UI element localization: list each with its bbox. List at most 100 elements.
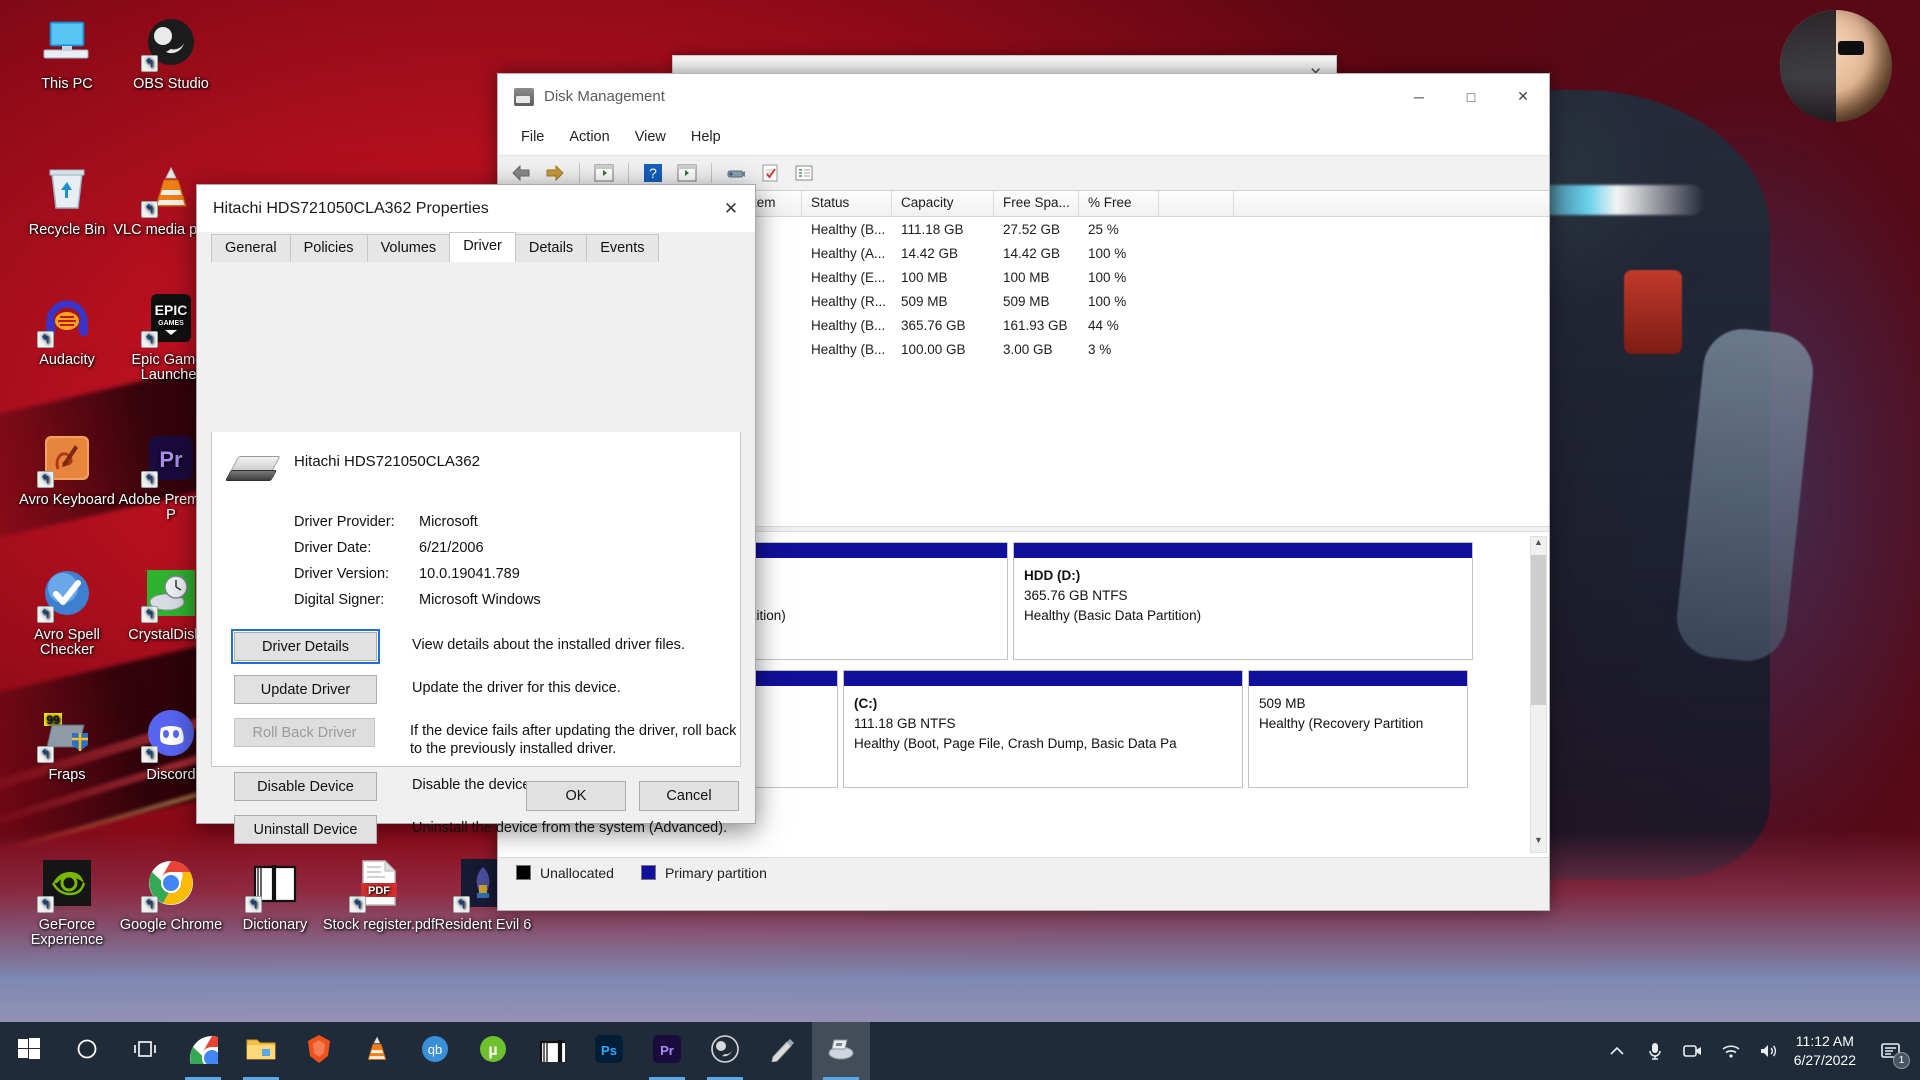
desktop-icon-avro-keyboard[interactable]: ↰ Avro Keyboard [8,430,126,508]
taskbar-brave-button[interactable] [290,1022,348,1080]
partition-block[interactable]: (C:) 111.18 GB NTFS Healthy (Boot, Page Fi… [843,670,1243,788]
disk-management-titlebar[interactable]: Disk Management ─ □ ✕ [498,74,1549,119]
audacity-icon: ↰ [37,290,95,348]
desktop-icon-obs-studio[interactable]: ↰ OBS Studio [112,14,230,92]
driver-action-buttons: Driver Details View details about the ins… [212,629,740,844]
partition-block[interactable]: HDD (D:) 365.76 GB NTFS Healthy (Basic Dat… [1013,542,1473,660]
vlc-icon: ↰ [141,160,199,218]
cancel-button[interactable]: Cancel [639,781,739,811]
taskbar-dictionary-button[interactable] [522,1022,583,1080]
scrollbar-thumb[interactable] [1531,555,1546,705]
table-cell-status: Healthy (A... [811,245,886,261]
dialog-footer: OK Cancel [526,781,739,811]
clock-date: 6/27/2022 [1793,1052,1856,1068]
microphone-icon[interactable] [1636,1022,1674,1080]
driver-info-key: Driver Provider: [294,514,395,530]
list-view-icon[interactable] [789,159,819,187]
shortcut-arrow-icon: ↰ [141,331,158,348]
menu-view[interactable]: View [624,124,677,150]
tab-events[interactable]: Events [586,234,659,262]
driver-info-value: 10.0.19041.789 [419,566,520,582]
desktop-icon-google-chrome[interactable]: ↰ Google Chrome [112,855,230,933]
scroll-up-arrow-icon[interactable]: ▲ [1531,537,1546,554]
ok-button[interactable]: OK [526,781,626,811]
desktop-icon-geforce-experience[interactable]: ↰ GeForce Experience [8,855,126,948]
taskbar-snip-tool-button[interactable] [754,1022,812,1080]
column-header[interactable] [1159,191,1234,216]
scroll-down-arrow-icon[interactable]: ▼ [1531,835,1546,852]
uninstall-device-button[interactable]: Uninstall Device [234,815,377,844]
snip-tool-icon [769,1036,797,1067]
column-header[interactable]: Capacity [892,191,994,216]
maximize-button[interactable]: □ [1445,74,1497,119]
shortcut-arrow-icon: ↰ [141,746,158,763]
update-driver-button[interactable]: Update Driver [234,675,377,704]
tab-policies[interactable]: Policies [289,234,368,262]
driver-details-button[interactable]: Driver Details [231,629,380,664]
desktop-icon-avro-spell-checker[interactable]: ↰ Avro Spell Checker [8,565,126,658]
properties-close-button[interactable]: ✕ [707,185,755,232]
volume-icon[interactable] [1750,1022,1788,1080]
discord-icon: ↰ [141,705,199,763]
taskbar-qbittorrent-button[interactable]: qb [406,1022,464,1080]
desktop-icon-dictionary[interactable]: ↰ Dictionary [216,855,334,933]
toolbar-separator-3 [711,163,712,183]
taskbar-cortana-search-button[interactable] [58,1022,116,1080]
taskbar-disk-management-button[interactable] [812,1022,870,1080]
rescan-disks-icon[interactable] [721,159,751,187]
taskbar-windows-start-button[interactable] [0,1022,58,1080]
partition-block[interactable]: 509 MB Healthy (Recovery Partition [1248,670,1468,788]
partition-text: HDD (D:) 365.76 GB NTFS Healthy (Basic Dat… [1014,558,1472,626]
desktop-icon-this-pc[interactable]: This PC [8,14,126,92]
file-explorer-icon [246,1036,276,1067]
back-arrow-icon[interactable] [506,159,536,187]
device-header: Hitachi HDS721050CLA362 [212,432,740,492]
column-header[interactable]: % Free [1079,191,1159,216]
help-icon[interactable]: ? [638,159,668,187]
driver-properties-dialog: Hitachi HDS721050CLA362 Properties ✕ Gen… [196,184,756,844]
column-header[interactable]: Status [802,191,892,216]
table-cell-status: Healthy (B... [811,221,886,237]
desktop-icon-recycle-bin[interactable]: Recycle Bin [8,160,126,238]
desktop-icon-fraps[interactable]: 99 ↰ Fraps [8,705,126,783]
legend-swatch [516,865,531,880]
taskbar-file-explorer-button[interactable] [232,1022,290,1080]
driver-action-row: Roll Back Driver If the device fails afte… [212,718,740,758]
taskbar-clock[interactable]: 11:12 AM 6/27/2022 [1788,1032,1868,1070]
column-header[interactable]: Free Spa... [994,191,1079,216]
taskbar-photoshop-button[interactable]: Ps [580,1022,638,1080]
svg-text:PDF: PDF [368,885,390,897]
tab-details[interactable]: Details [514,234,588,262]
forward-arrow-icon[interactable] [540,159,570,187]
close-button[interactable]: ✕ [1497,74,1549,119]
show-hide-action-pane-icon[interactable] [672,159,702,187]
tab-driver[interactable]: Driver [449,232,516,262]
tab-general[interactable]: General [211,234,291,262]
action-center-button[interactable]: 1 [1868,1022,1914,1080]
properties-titlebar[interactable]: Hitachi HDS721050CLA362 Properties ✕ [197,185,755,232]
disk-partitions: yster(C:)111.18 GB NTFSHealthy (Boot, Pa… [673,670,1549,788]
wifi-icon[interactable] [1712,1022,1750,1080]
chevron-up-icon[interactable] [1598,1022,1636,1080]
menu-help[interactable]: Help [680,124,732,150]
driver-action-row: Uninstall Device Uninstall the device fro… [212,815,740,844]
menu-action[interactable]: Action [558,124,620,150]
graph-vertical-scrollbar[interactable]: ▲ ▼ [1530,536,1547,853]
taskbar-task-view-button[interactable] [116,1022,174,1080]
taskbar-utorrent-button[interactable]: µ [464,1022,522,1080]
taskbar-obs-button[interactable] [696,1022,754,1080]
menu-file[interactable]: File [510,124,555,150]
taskbar-vlc-button[interactable] [348,1022,406,1080]
driver-action-row: Driver Details View details about the ins… [212,629,740,664]
minimize-button[interactable]: ─ [1393,74,1445,119]
taskbar-chrome-button[interactable] [174,1022,234,1080]
desktop-icon-stock-register-pdf[interactable]: PDF ↰ Stock register.pdf [320,855,438,933]
camera-icon[interactable] [1674,1022,1712,1080]
show-hide-console-tree-icon[interactable] [589,159,619,187]
desktop-icon-audacity[interactable]: ↰ Audacity [8,290,126,368]
taskbar-premiere-button[interactable]: Pr [638,1022,696,1080]
properties-icon[interactable] [755,159,785,187]
table-cell-capacity: 111.18 GB [901,221,964,237]
disable-device-button[interactable]: Disable Device [234,772,377,801]
tab-volumes[interactable]: Volumes [366,234,451,262]
